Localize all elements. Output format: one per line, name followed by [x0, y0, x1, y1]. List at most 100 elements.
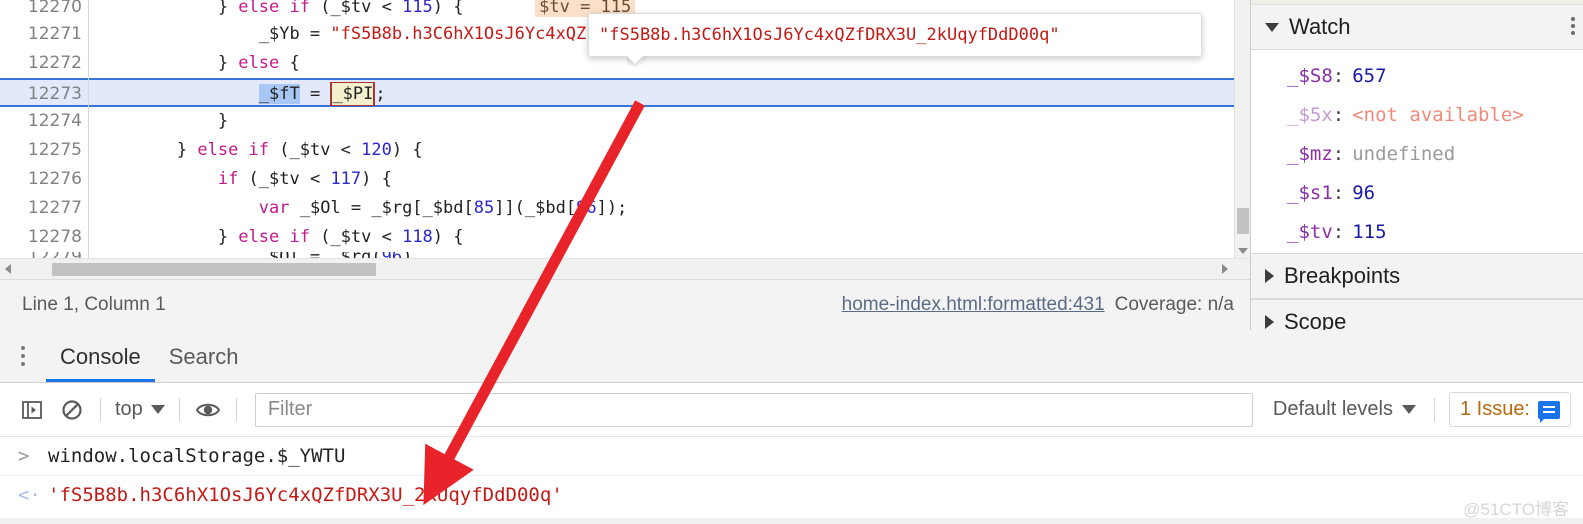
chevron-right-icon[interactable]: [1265, 315, 1274, 329]
code-line[interactable]: 12274 }: [0, 107, 1250, 136]
code-token: 118: [402, 227, 433, 247]
watch-expression-value: <not available>: [1352, 103, 1524, 126]
issues-button[interactable]: 1 Issue:: [1448, 392, 1571, 427]
scroll-right-arrow-icon[interactable]: [1222, 264, 1228, 274]
code-token: ]);: [596, 198, 628, 218]
console-input-row[interactable]: > window.localStorage.$_YWTU: [0, 437, 1583, 475]
chevron-right-icon[interactable]: [1265, 269, 1274, 283]
code-token: 117: [330, 169, 362, 189]
editor-vertical-scrollbar[interactable]: [1234, 0, 1251, 258]
code-token: }: [95, 53, 239, 73]
code-token: }: [95, 140, 198, 160]
code-token: (_$tv <: [309, 227, 403, 247]
filter-input[interactable]: [254, 392, 1253, 427]
chevron-down-icon[interactable]: [1265, 22, 1279, 32]
toolbar-divider: [100, 397, 101, 422]
watch-colon: :: [1332, 181, 1345, 204]
scroll-left-arrow-icon[interactable]: [5, 264, 11, 274]
code-token: {: [279, 53, 300, 73]
code-line-text: }: [95, 107, 228, 136]
status-bar-right: home-index.html:formatted:431 Coverage: …: [842, 280, 1234, 330]
code-token: ) {: [432, 227, 464, 247]
line-number[interactable]: 12277: [0, 194, 88, 223]
code-line[interactable]: 12273 _$fT = _$PI;: [0, 78, 1250, 107]
code-token: else if: [197, 140, 270, 160]
sidebar-section-breakpoints[interactable]: Breakpoints: [1251, 253, 1583, 299]
code-token: }: [95, 0, 239, 17]
bottom-strip: [0, 518, 1583, 524]
watch-more-icon[interactable]: [1571, 17, 1575, 35]
hovered-variable[interactable]: _$PI: [330, 82, 376, 106]
line-number[interactable]: 12274: [0, 107, 88, 136]
code-token: if: [217, 169, 239, 189]
watch-expression-row[interactable]: _$s1:96: [1251, 173, 1583, 212]
sidebar-toggle-icon[interactable]: [12, 390, 52, 430]
execution-context-selector[interactable]: top: [109, 398, 171, 421]
code-token: }: [95, 111, 229, 131]
watch-expression-row[interactable]: _$tv:115: [1251, 212, 1583, 251]
line-number[interactable]: 12279: [0, 252, 88, 258]
tab-console[interactable]: Console: [46, 330, 155, 382]
issue-message-icon: [1538, 400, 1560, 423]
code-token: ) {: [361, 169, 392, 189]
clear-console-icon[interactable]: [52, 390, 92, 430]
cursor-position-label: Line 1, Column 1: [22, 294, 166, 315]
watch-colon: :: [1332, 220, 1345, 243]
source-location-link[interactable]: home-index.html:formatted:431: [842, 294, 1105, 316]
line-number[interactable]: 12275: [0, 136, 88, 165]
log-levels-label: Default levels: [1272, 398, 1393, 420]
vertical-scroll-thumb[interactable]: [1237, 208, 1249, 234]
line-number[interactable]: 12270: [0, 0, 88, 20]
breakpoints-title: Breakpoints: [1284, 263, 1401, 288]
gutter-separator: [88, 0, 89, 258]
code-line[interactable]: 12278 } else if (_$tv < 118) {: [0, 223, 1250, 252]
console-result-text: 'fS5B8b.h3C6hX1OsJ6Yc4xQZfDRX3U_2kUqyfDd…: [48, 483, 563, 506]
watch-expression-value: 96: [1352, 181, 1376, 204]
line-number[interactable]: 12278: [0, 223, 88, 252]
chevron-down-icon[interactable]: [1401, 405, 1416, 414]
code-token: else if: [238, 0, 310, 17]
toolbar-divider: [178, 397, 180, 422]
editor-horizontal-scrollbar[interactable]: [0, 258, 1250, 279]
watch-section-header[interactable]: Watch: [1251, 5, 1583, 50]
eye-icon[interactable]: [188, 390, 228, 430]
code-token: (_$tv <: [269, 140, 362, 160]
execution-context-label: top: [115, 398, 143, 420]
watch-expression-row[interactable]: _$S8:657: [1251, 56, 1583, 95]
editor-status-bar: Line 1, Column 1 home-index.html:formatt…: [0, 279, 1250, 331]
code-token: ) {: [432, 0, 464, 17]
watch-title: Watch: [1289, 14, 1351, 39]
tab-search[interactable]: Search: [155, 330, 253, 382]
code-line-text: } else if (_$tv < 118) {: [95, 223, 464, 252]
drawer-menu-icon[interactable]: [0, 346, 46, 366]
selected-variable: _$fT: [258, 84, 300, 104]
code-token: ) {: [391, 140, 423, 160]
watch-expression-name: _$mz: [1287, 142, 1333, 165]
horizontal-scroll-thumb[interactable]: [52, 263, 376, 276]
watch-expressions-list[interactable]: _$S8:657 _$5x: <not available> _$mz: undefin…: [1251, 50, 1583, 253]
code-line[interactable]: 12275 } else if (_$tv < 120) {: [0, 136, 1250, 165]
line-number[interactable]: 12273: [0, 80, 88, 105]
code-token: else: [238, 53, 280, 73]
code-line[interactable]: 12276 if (_$tv < 117) {: [0, 165, 1250, 194]
console-result-row[interactable]: <· 'fS5B8b.h3C6hX1OsJ6Yc4xQZfDRX3U_2kUqyf…: [0, 475, 1583, 513]
return-arrow-icon: <·: [18, 483, 41, 506]
scroll-down-arrow-icon[interactable]: [1238, 248, 1248, 254]
log-levels-selector[interactable]: Default levels: [1263, 398, 1426, 421]
code-token: _$Yb =: [95, 24, 331, 44]
code-token: ]](_$bd[: [494, 198, 577, 218]
debugger-sidebar: Watch _$S8:657 _$5x: <not available> _$mz: u…: [1250, 0, 1583, 345]
watch-expression-name: _$tv: [1287, 220, 1333, 243]
chevron-down-icon[interactable]: [150, 405, 165, 414]
code-line[interactable]: 12277 var _$Ol = _$rg[_$bd[85]](_$bd[96]…: [0, 194, 1250, 223]
line-number[interactable]: 12276: [0, 165, 88, 194]
tooltip-value-text: "fS5B8b.h3C6hX1OsJ6Yc4xQZfDRX3U_2kUqyfDd…: [599, 25, 1060, 45]
code-token: else if: [238, 227, 310, 247]
watch-expression-row[interactable]: _$5x: <not available>: [1251, 95, 1583, 134]
line-number[interactable]: 12272: [0, 49, 88, 78]
console-message-list[interactable]: > window.localStorage.$_YWTU <· 'fS5B8b.h3C…: [0, 437, 1583, 513]
code-token: 120: [361, 140, 392, 160]
line-number[interactable]: 12271: [0, 20, 88, 49]
watch-expression-row[interactable]: _$mz: undefined: [1251, 134, 1583, 173]
